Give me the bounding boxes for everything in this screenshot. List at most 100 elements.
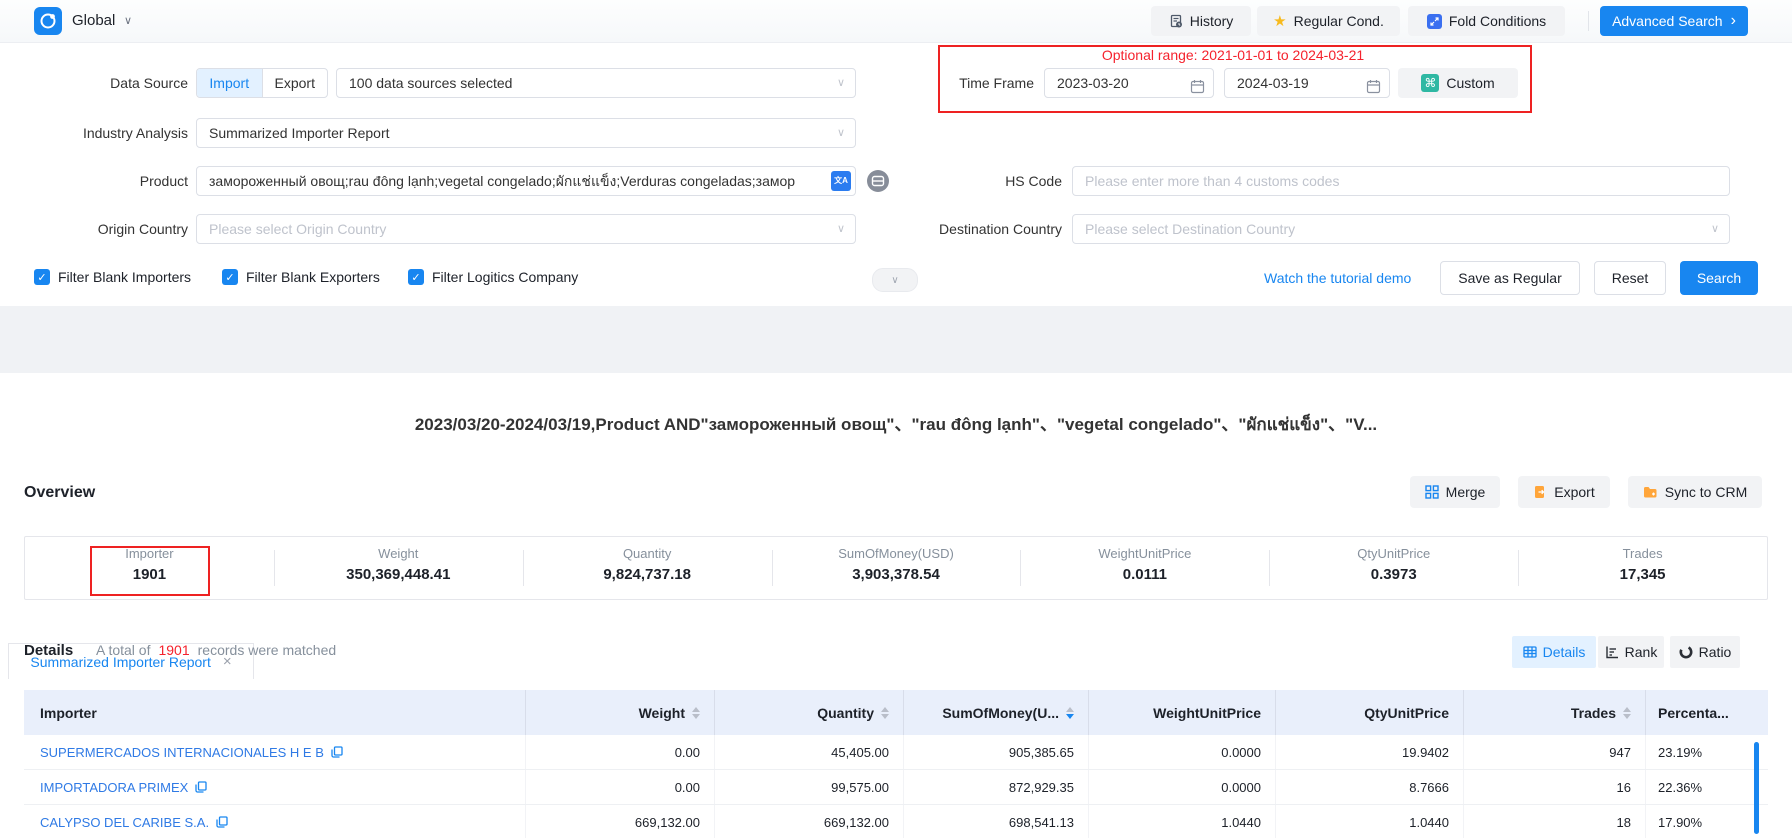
sort-icon-active-desc[interactable] [1066, 707, 1074, 719]
importer-name-link[interactable]: SUPERMERCADOS INTERNACIONALES H E B [24, 735, 525, 769]
hs-code-label: HS Code [820, 166, 1062, 196]
export-button[interactable]: Export [1518, 476, 1610, 508]
product-input[interactable]: замороженный овощ;rau đông lạnh;vegetal … [196, 166, 856, 196]
column-label: Percenta... [1658, 705, 1729, 721]
view-details-button[interactable]: Details [1512, 636, 1596, 668]
tab-bar: Summarized Importer Report × [0, 306, 1792, 373]
tutorial-demo-link[interactable]: Watch the tutorial demo [1264, 261, 1411, 295]
view-ratio-button[interactable]: Ratio [1670, 636, 1740, 668]
overview-stats-card: Importer 1901 Weight 350,369,448.41 Quan… [24, 536, 1768, 600]
copy-icon[interactable] [216, 816, 228, 828]
stat-value: 3,903,378.54 [772, 566, 1021, 583]
custom-range-button[interactable]: ⌘ Custom [1398, 68, 1518, 98]
export-tab[interactable]: Export [262, 69, 328, 97]
chevron-down-icon[interactable]: ∨ [124, 0, 132, 42]
cell-qty-unit-price: 8.7666 [1275, 770, 1463, 804]
filter-blank-importers-checkbox[interactable]: ✓ Filter Blank Importers [34, 262, 191, 292]
import-tab[interactable]: Import [197, 69, 262, 97]
collapse-form-button[interactable]: ∨ [872, 268, 918, 292]
search-button[interactable]: Search [1680, 261, 1758, 295]
summary-count: 1901 [158, 642, 189, 658]
hs-code-input[interactable]: Please enter more than 4 customs codes [1072, 166, 1730, 196]
custom-icon: ⌘ [1421, 74, 1439, 92]
cell-weight-unit-price: 0.0000 [1088, 735, 1275, 769]
merge-label: Merge [1446, 484, 1486, 500]
region-selector-label[interactable]: Global [72, 0, 115, 42]
origin-country-placeholder: Please select Origin Country [209, 221, 386, 237]
cell-trades: 947 [1463, 735, 1645, 769]
filter-logitics-company-label: Filter Logitics Company [432, 269, 578, 285]
view-rank-button[interactable]: Rank [1598, 636, 1664, 668]
stat-trades: Trades 17,345 [1518, 537, 1767, 599]
start-date-value: 2023-03-20 [1057, 75, 1129, 91]
reset-button[interactable]: Reset [1594, 261, 1666, 295]
end-date-input[interactable]: 2024-03-19 [1224, 68, 1390, 98]
merge-button[interactable]: Merge [1410, 476, 1500, 508]
advanced-search-button[interactable]: Advanced Search › [1600, 6, 1748, 36]
column-label: QtyUnitPrice [1364, 705, 1449, 721]
stat-label: Weight [274, 546, 523, 561]
filter-blank-exporters-checkbox[interactable]: ✓ Filter Blank Exporters [222, 262, 380, 292]
save-as-regular-button[interactable]: Save as Regular [1440, 261, 1580, 295]
chevron-down-icon: ∨ [837, 119, 845, 147]
cell-sum-of-money: 905,385.65 [903, 735, 1088, 769]
column-header-percentage[interactable]: Percenta... [1645, 690, 1768, 735]
destination-country-select[interactable]: Please select Destination Country ∨ [1072, 214, 1730, 244]
fold-conditions-icon [1427, 14, 1442, 29]
history-icon [1169, 14, 1183, 28]
industry-analysis-label: Industry Analysis [0, 118, 188, 148]
merge-icon [1425, 485, 1439, 499]
history-button[interactable]: History [1151, 6, 1251, 36]
origin-country-select[interactable]: Please select Origin Country ∨ [196, 214, 856, 244]
sort-icon[interactable] [881, 707, 889, 719]
cell-weight-unit-price: 1.0440 [1088, 805, 1275, 838]
cell-percentage: 22.36% [1645, 770, 1768, 804]
origin-country-label: Origin Country [0, 214, 188, 244]
sync-to-crm-button[interactable]: Sync to CRM [1628, 476, 1762, 508]
table-row: IMPORTADORA PRIMEX 0.00 99,575.00 872,92… [24, 770, 1768, 805]
column-header-trades[interactable]: Trades [1463, 690, 1645, 735]
overview-heading: Overview [24, 484, 95, 502]
filter-logitics-company-checkbox[interactable]: ✓ Filter Logitics Company [408, 262, 578, 292]
topbar-divider [1588, 11, 1589, 31]
fold-conditions-button[interactable]: Fold Conditions [1408, 6, 1565, 36]
importer-name-link[interactable]: CALYPSO DEL CARIBE S.A. [24, 805, 525, 838]
column-header-quantity[interactable]: Quantity [714, 690, 903, 735]
column-header-weight-unit-price[interactable]: WeightUnitPrice [1088, 690, 1275, 735]
table-header-row: Importer Weight Quantity SumOfMoney(U...… [24, 690, 1768, 735]
copy-icon[interactable] [331, 746, 343, 758]
industry-analysis-select[interactable]: Summarized Importer Report ∨ [196, 118, 856, 148]
view-rank-label: Rank [1625, 644, 1658, 660]
regular-cond-button[interactable]: ★ Regular Cond. [1257, 6, 1400, 36]
globe-logo-icon [34, 7, 62, 35]
stat-weight-unit-price: WeightUnitPrice 0.0111 [1020, 537, 1269, 599]
copy-icon[interactable] [195, 781, 207, 793]
history-label: History [1190, 13, 1234, 29]
chevron-right-icon: › [1731, 12, 1736, 30]
column-header-weight[interactable]: Weight [525, 690, 714, 735]
importer-name-link[interactable]: IMPORTADORA PRIMEX [24, 770, 525, 804]
sort-icon[interactable] [692, 707, 700, 719]
importer-name: IMPORTADORA PRIMEX [40, 780, 188, 795]
stat-value: 350,369,448.41 [274, 566, 523, 583]
cell-percentage: 23.19% [1645, 735, 1768, 769]
sort-icon[interactable] [1623, 707, 1631, 719]
start-date-input[interactable]: 2023-03-20 [1044, 68, 1214, 98]
stat-label: Importer [25, 546, 274, 561]
column-header-qty-unit-price[interactable]: QtyUnitPrice [1275, 690, 1463, 735]
data-sources-select[interactable]: 100 data sources selected ∨ [336, 68, 856, 98]
importer-name: CALYPSO DEL CARIBE S.A. [40, 815, 209, 830]
column-header-importer[interactable]: Importer [24, 690, 525, 735]
stat-value: 17,345 [1518, 566, 1767, 583]
importer-name: SUPERMERCADOS INTERNACIONALES H E B [40, 745, 324, 760]
column-label: Quantity [817, 705, 874, 721]
stat-label: Trades [1518, 546, 1767, 561]
stat-label: QtyUnitPrice [1269, 546, 1518, 561]
time-frame-label: Time Frame [900, 68, 1034, 98]
stat-label: SumOfMoney(USD) [772, 546, 1021, 561]
data-source-toggle: Import Export [196, 68, 328, 98]
table-scrollbar[interactable] [1754, 742, 1759, 834]
stat-value: 1901 [25, 566, 274, 583]
stat-value: 9,824,737.18 [523, 566, 772, 583]
column-header-sum-of-money[interactable]: SumOfMoney(U... [903, 690, 1088, 735]
